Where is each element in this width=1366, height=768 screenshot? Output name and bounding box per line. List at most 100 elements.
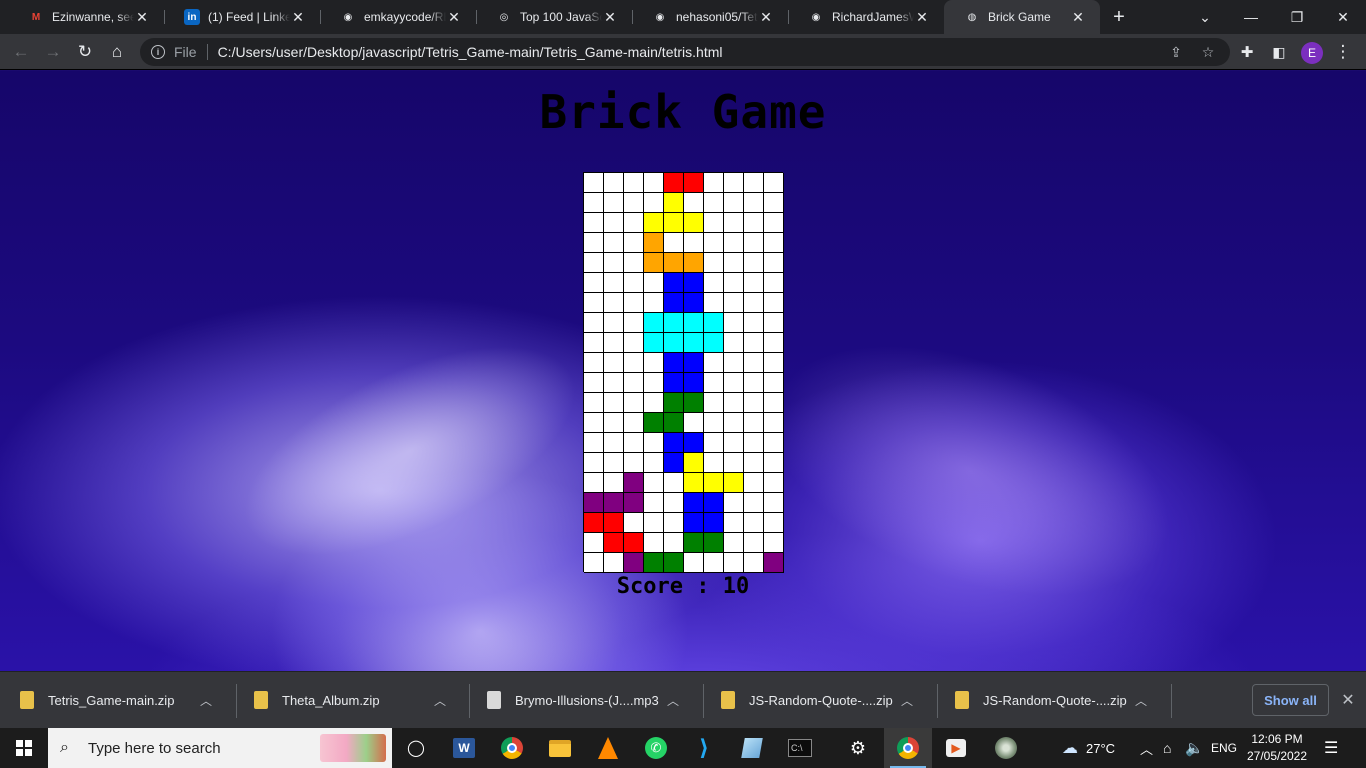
close-tab-icon[interactable]: ✕ (758, 9, 774, 25)
board-cell-empty (684, 233, 704, 253)
tab-gmail[interactable]: M Ezinwanne, see w ✕ (8, 0, 164, 34)
download-item[interactable]: Tetris_Game-main.zip ︿ (0, 680, 230, 720)
board-cell-empty (744, 453, 764, 473)
chevron-up-icon[interactable]: ︿ (897, 692, 917, 709)
board-cell-filled (684, 453, 704, 473)
close-tab-icon[interactable]: ✕ (134, 9, 150, 25)
score-label: Score : 10 (616, 574, 750, 599)
chrome-active-icon[interactable] (884, 728, 932, 768)
board-cell-empty (644, 453, 664, 473)
board-cell-empty (624, 313, 644, 333)
chrome-app-icon[interactable] (488, 728, 536, 768)
tab-brick-game[interactable]: ◍ Brick Game ✕ (944, 0, 1100, 34)
windows-start-icon[interactable] (0, 728, 48, 768)
system-clock[interactable]: 12:06 PM 27/05/2022 (1246, 731, 1308, 765)
show-all-button[interactable]: Show all (1252, 684, 1329, 716)
board-cell-empty (644, 273, 664, 293)
tab-github-nehasoni[interactable]: ◉ nehasoni05/Tetris ✕ (632, 0, 788, 34)
tab-search-chevron-icon[interactable]: ⌄ (1182, 0, 1228, 34)
app-disc-icon[interactable] (982, 728, 1030, 768)
board-cell-empty (664, 513, 684, 533)
side-panel-icon[interactable]: ◧ (1266, 39, 1292, 65)
board-cell-empty (624, 413, 644, 433)
board-cell-filled (664, 193, 684, 213)
tab-title: Top 100 JavaScript (520, 10, 602, 24)
url-text[interactable]: C:/Users/user/Desktop/javascript/Tetris_… (218, 44, 723, 60)
chevron-up-icon[interactable]: ︿ (196, 692, 216, 709)
share-icon[interactable]: ⇪ (1166, 42, 1186, 62)
media-player-icon[interactable]: ▶ (932, 728, 980, 768)
download-item[interactable]: Brymo-Illusions-(J....mp3 ︿ (467, 680, 697, 720)
vlc-icon[interactable] (584, 728, 632, 768)
whatsapp-icon[interactable]: ✆ (632, 728, 680, 768)
chevron-up-icon[interactable]: ︿ (663, 692, 683, 709)
terminal-icon[interactable]: C:\ (776, 728, 824, 768)
github-icon: ◉ (655, 11, 665, 23)
close-downloads-icon[interactable]: ✕ (1338, 690, 1358, 710)
tab-github-richard[interactable]: ◉ RichardJamesWa ✕ (788, 0, 944, 34)
settings-gear-icon[interactable]: ⚙ (834, 728, 882, 768)
new-tab-button[interactable]: + (1108, 6, 1130, 28)
restore-button[interactable]: ❐ (1274, 0, 1320, 34)
board-cell-empty (724, 393, 744, 413)
download-item[interactable]: JS-Random-Quote-....zip ︿ (935, 680, 1165, 720)
board-cell-empty (624, 333, 644, 353)
notes-app-icon[interactable] (728, 728, 776, 768)
close-tab-icon[interactable]: ✕ (446, 9, 462, 25)
close-window-button[interactable]: ✕ (1320, 0, 1366, 34)
board-cell-empty (764, 273, 784, 293)
task-view-icon[interactable]: ◯ (392, 728, 440, 768)
close-tab-icon[interactable]: ✕ (602, 9, 618, 25)
file-explorer-icon[interactable] (536, 728, 584, 768)
tab-top100[interactable]: ◎ Top 100 JavaScript ✕ (476, 0, 632, 34)
language-indicator[interactable]: ENG (1211, 728, 1237, 768)
close-tab-icon[interactable]: ✕ (290, 9, 306, 25)
download-item[interactable]: JS-Random-Quote-....zip ︿ (701, 680, 931, 720)
board-cell-empty (704, 273, 724, 293)
board-cell-filled (684, 393, 704, 413)
board-cell-filled (684, 293, 704, 313)
board-cell-filled (664, 413, 684, 433)
tab-linkedin[interactable]: in (1) Feed | LinkedIn ✕ (164, 0, 320, 34)
vscode-icon[interactable]: ⟩ (680, 728, 728, 768)
volume-icon[interactable]: 🔈 (1185, 728, 1204, 768)
back-button[interactable]: ← (8, 39, 34, 65)
notifications-icon[interactable]: ☰ (1324, 728, 1338, 768)
board-cell-empty (604, 193, 624, 213)
weather-widget[interactable]: ☁ 27°C (1062, 728, 1115, 768)
search-icon: ⌕ (60, 739, 69, 756)
board-cell-filled (644, 213, 664, 233)
address-bar[interactable]: i File C:/Users/user/Desktop/javascript/… (140, 38, 1230, 66)
close-tab-icon[interactable]: ✕ (1070, 9, 1086, 25)
board-cell-empty (644, 293, 664, 313)
profile-avatar[interactable]: E (1301, 42, 1323, 64)
bookmark-star-icon[interactable]: ☆ (1198, 42, 1218, 62)
clock-time: 12:06 PM (1251, 732, 1303, 746)
menu-kebab-icon[interactable]: ⋮ (1330, 39, 1356, 65)
board-cell-empty (584, 553, 604, 573)
chevron-up-icon[interactable]: ︿ (430, 692, 450, 709)
forward-button[interactable]: → (40, 39, 66, 65)
minimize-button[interactable]: — (1228, 0, 1274, 34)
info-icon[interactable]: i (151, 45, 165, 59)
download-item[interactable]: Theta_Album.zip ︿ (234, 680, 464, 720)
tab-github-emkayycode[interactable]: ◉ emkayycode/REA ✕ (320, 0, 476, 34)
board-cell-empty (724, 293, 744, 313)
board-cell-empty (584, 413, 604, 433)
home-button[interactable]: ⌂ (104, 39, 130, 65)
chevron-up-icon[interactable]: ︿ (1131, 692, 1151, 709)
word-app-icon[interactable]: W (440, 728, 488, 768)
network-icon[interactable]: ⌂ (1163, 728, 1171, 768)
github-icon: ◉ (811, 11, 821, 23)
taskbar-search-input[interactable]: ⌕ Type here to search (48, 728, 392, 768)
board-cell-filled (704, 473, 724, 493)
extensions-puzzle-icon[interactable]: ✚ (1234, 39, 1260, 65)
reload-button[interactable]: ↻ (72, 39, 98, 65)
game-board[interactable] (583, 172, 784, 573)
close-tab-icon[interactable]: ✕ (914, 9, 930, 25)
tray-chevron-up-icon[interactable]: ︿ (1140, 728, 1153, 768)
board-cell-empty (584, 233, 604, 253)
board-cell-empty (744, 293, 764, 313)
board-cell-empty (744, 533, 764, 553)
board-cell-empty (624, 193, 644, 213)
